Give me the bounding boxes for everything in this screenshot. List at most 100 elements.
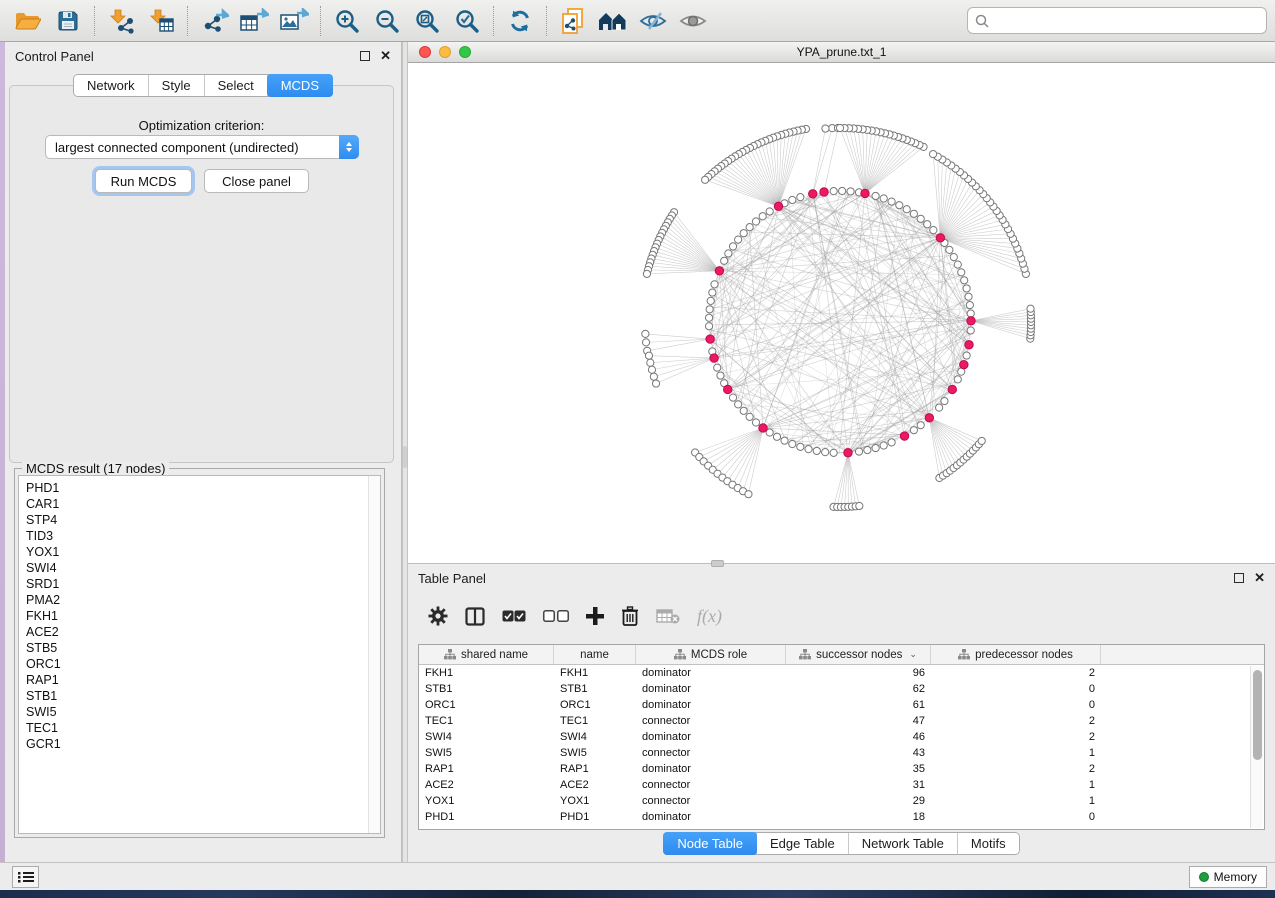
mcds-result-item[interactable]: FKH1: [26, 608, 380, 624]
mcds-result-item[interactable]: CAR1: [26, 496, 380, 512]
mcds-result-item[interactable]: PMA2: [26, 592, 380, 608]
toolbar-separator: [493, 6, 494, 36]
cell-name: FKH1: [554, 667, 636, 679]
memory-button[interactable]: Memory: [1189, 866, 1267, 888]
add-row-icon[interactable]: [586, 607, 604, 625]
table-row[interactable]: SWI4SWI4dominator462: [419, 729, 1264, 745]
cell-name: TEC1: [554, 715, 636, 727]
mcds-result-item[interactable]: SRD1: [26, 576, 380, 592]
search-field[interactable]: [967, 7, 1267, 34]
open-folder-icon[interactable]: [8, 4, 48, 38]
table-row[interactable]: ACE2ACE2connector311: [419, 777, 1264, 793]
cell-MCDS-role: dominator: [636, 683, 786, 695]
table-scrollbar[interactable]: [1250, 666, 1263, 828]
splitter-handle[interactable]: [403, 446, 407, 468]
hide-selection-icon[interactable]: [633, 4, 673, 38]
close-panel-icon[interactable]: ✕: [1254, 573, 1265, 583]
first-neighbors-icon[interactable]: [593, 4, 633, 38]
cell-predecessor-nodes: 1: [931, 779, 1101, 791]
network-window-titlebar[interactable]: YPA_prune.txt_1: [408, 42, 1275, 63]
column-header-shared-name[interactable]: shared name: [419, 645, 554, 664]
network-canvas[interactable]: [408, 63, 1275, 562]
horizontal-splitter-handle[interactable]: [711, 560, 724, 567]
function-builder-icon[interactable]: f(x): [697, 606, 722, 627]
deselect-all-icon[interactable]: [543, 610, 569, 622]
zoom-out-icon[interactable]: [367, 4, 407, 38]
tab-select[interactable]: Select: [205, 75, 268, 96]
task-history-button[interactable]: [12, 866, 39, 888]
table-row[interactable]: STB1STB1dominator620: [419, 681, 1264, 697]
mcds-result-item[interactable]: GCR1: [26, 736, 380, 752]
mcds-result-item[interactable]: SWI5: [26, 704, 380, 720]
mcds-result-item[interactable]: SWI4: [26, 560, 380, 576]
refresh-icon[interactable]: [500, 4, 540, 38]
save-icon[interactable]: [48, 4, 88, 38]
table-row[interactable]: PHD1PHD1dominator180: [419, 809, 1264, 825]
table-row[interactable]: ORC1ORC1dominator610: [419, 697, 1264, 713]
show-all-icon[interactable]: [673, 4, 713, 38]
mcds-result-item[interactable]: RAP1: [26, 672, 380, 688]
export-table-icon[interactable]: [234, 4, 274, 38]
mcds-result-item[interactable]: STB1: [26, 688, 380, 704]
toggle-columns-icon[interactable]: [465, 607, 485, 626]
table-row[interactable]: SWI5SWI5connector431: [419, 745, 1264, 761]
delete-row-icon[interactable]: [621, 606, 639, 626]
tab-mcds[interactable]: MCDS: [267, 74, 333, 97]
tab-edge-table[interactable]: Edge Table: [757, 833, 849, 854]
dropdown-stepper-icon: [339, 135, 359, 159]
table-row[interactable]: RAP1RAP1dominator352: [419, 761, 1264, 777]
clear-table-icon[interactable]: [656, 608, 680, 624]
run-mcds-button[interactable]: Run MCDS: [95, 169, 192, 193]
close-panel-button[interactable]: Close panel: [204, 169, 309, 193]
fit-selected-icon[interactable]: [447, 4, 487, 38]
table-row[interactable]: YOX1YOX1connector291: [419, 793, 1264, 809]
table-row[interactable]: TEC1TEC1connector472: [419, 713, 1264, 729]
status-bar: Memory: [0, 862, 1275, 890]
search-input[interactable]: [994, 14, 1266, 28]
mcds-result-item[interactable]: PHD1: [26, 480, 380, 496]
zoom-in-icon[interactable]: [327, 4, 367, 38]
column-header-successor-nodes[interactable]: successor nodes⌄: [786, 645, 931, 664]
close-panel-icon[interactable]: ✕: [380, 51, 391, 61]
settings-gear-icon[interactable]: [428, 606, 448, 626]
mcds-result-item[interactable]: STP4: [26, 512, 380, 528]
table-panel: Table Panel ✕ f(x) shared namenameMCDS r…: [408, 563, 1275, 862]
table-scrollbar-thumb[interactable]: [1253, 670, 1262, 760]
import-network-icon[interactable]: [101, 4, 141, 38]
mcds-result-list[interactable]: PHD1CAR1STP4TID3YOX1SWI4SRD1PMA2FKH1ACE2…: [18, 475, 381, 834]
criterion-dropdown[interactable]: largest connected component (undirected): [45, 135, 359, 159]
node-table-body: FKH1FKH1dominator962STB1STB1dominator620…: [419, 665, 1264, 825]
node-table-header[interactable]: shared namenameMCDS rolesuccessor nodes⌄…: [419, 645, 1264, 665]
export-network-icon[interactable]: [194, 4, 234, 38]
mcds-result-item[interactable]: TEC1: [26, 720, 380, 736]
column-header-MCDS-role[interactable]: MCDS role: [636, 645, 786, 664]
node-table[interactable]: shared namenameMCDS rolesuccessor nodes⌄…: [418, 644, 1265, 830]
tab-motifs[interactable]: Motifs: [958, 833, 1019, 854]
mcds-result-item[interactable]: TID3: [26, 528, 380, 544]
float-panel-icon[interactable]: [1234, 573, 1244, 583]
export-image-icon[interactable]: [274, 4, 314, 38]
cell-predecessor-nodes: 1: [931, 747, 1101, 759]
list-icon: [18, 871, 34, 883]
tab-style[interactable]: Style: [149, 75, 205, 96]
new-network-from-selection-icon[interactable]: [553, 4, 593, 38]
float-panel-icon[interactable]: [360, 51, 370, 61]
tab-network-table[interactable]: Network Table: [849, 833, 958, 854]
tab-node-table[interactable]: Node Table: [663, 832, 758, 855]
mcds-result-item[interactable]: ORC1: [26, 656, 380, 672]
mcds-list-scrollbar[interactable]: [368, 476, 380, 833]
select-all-icon[interactable]: [502, 610, 526, 622]
column-header-predecessor-nodes[interactable]: predecessor nodes: [931, 645, 1101, 664]
mcds-result-item[interactable]: STB5: [26, 640, 380, 656]
cell-MCDS-role: connector: [636, 715, 786, 727]
table-row[interactable]: FKH1FKH1dominator962: [419, 665, 1264, 681]
column-header-name[interactable]: name: [554, 645, 636, 664]
cell-predecessor-nodes: 1: [931, 795, 1101, 807]
fit-content-icon[interactable]: [407, 4, 447, 38]
import-table-icon[interactable]: [141, 4, 181, 38]
tab-network[interactable]: Network: [74, 75, 149, 96]
mcds-result-item[interactable]: YOX1: [26, 544, 380, 560]
cell-shared-name: FKH1: [419, 667, 554, 679]
memory-status-icon: [1199, 872, 1209, 882]
mcds-result-item[interactable]: ACE2: [26, 624, 380, 640]
